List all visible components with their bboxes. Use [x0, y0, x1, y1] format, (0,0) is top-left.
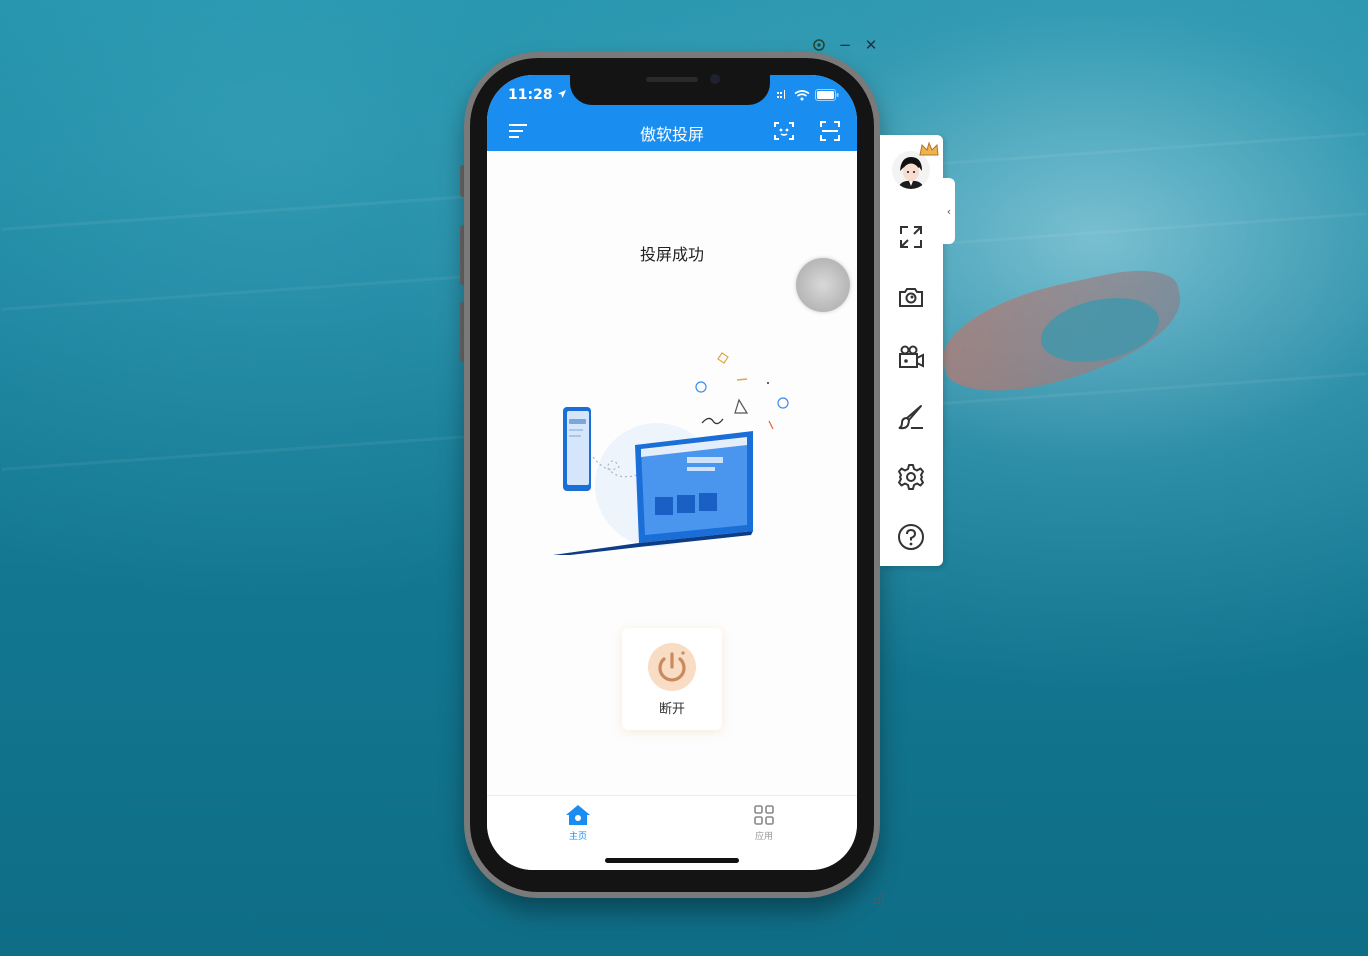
- status-time: 11:28: [508, 87, 567, 103]
- apps-grid-icon: [754, 805, 774, 825]
- camera-icon: [899, 288, 923, 307]
- resize-grip-icon[interactable]: [870, 890, 886, 906]
- help-icon: [898, 524, 924, 550]
- screen-cast-icon[interactable]: [772, 119, 796, 143]
- screenshot-button[interactable]: [896, 282, 926, 312]
- cellular-icon: [777, 90, 785, 99]
- toolbar-collapse-button[interactable]: ‹: [943, 178, 955, 244]
- app-title: 傲软投屏: [639, 125, 704, 144]
- close-label: ✕: [864, 36, 878, 54]
- brush-icon: [898, 405, 923, 430]
- tab-home-label: 主页: [568, 832, 587, 842]
- cast-success-text: 投屏成功: [639, 245, 704, 264]
- minimize-button[interactable]: −: [836, 36, 854, 54]
- battery-icon: [815, 89, 839, 101]
- expand-icon: [900, 226, 922, 248]
- time-text: 11:28: [508, 87, 553, 103]
- pin-icon[interactable]: [810, 36, 828, 54]
- phone-to-laptop-illustration: [553, 352, 789, 555]
- location-arrow-icon: [558, 90, 567, 98]
- settings-button[interactable]: [896, 462, 926, 492]
- tab-apps[interactable]: 应用: [734, 804, 794, 842]
- minimize-label: −: [838, 36, 852, 54]
- video-camera-icon: [899, 345, 924, 368]
- disconnect-button[interactable]: 断开: [622, 628, 722, 730]
- help-button[interactable]: [896, 522, 926, 552]
- record-button[interactable]: [896, 342, 926, 372]
- disconnect-label: 断开: [658, 702, 685, 717]
- gear-icon: [898, 464, 924, 490]
- close-button[interactable]: ✕: [862, 36, 880, 54]
- assistive-touch-button[interactable]: [796, 258, 850, 312]
- phone-camera: [710, 74, 720, 84]
- draw-button[interactable]: [896, 402, 926, 432]
- power-icon: [648, 643, 696, 691]
- tab-apps-label: 应用: [754, 832, 773, 842]
- home-icon: [566, 805, 590, 825]
- fullscreen-button[interactable]: [896, 222, 926, 252]
- side-toolbar: [880, 135, 943, 566]
- home-indicator: [605, 858, 739, 863]
- status-icons: [777, 89, 839, 101]
- crown-icon: [919, 141, 939, 156]
- scan-icon[interactable]: [818, 119, 842, 143]
- wifi-icon: [794, 89, 810, 100]
- phone-speaker: [646, 77, 698, 82]
- tab-home[interactable]: 主页: [548, 804, 608, 842]
- chevron-left-icon: ‹: [946, 204, 952, 218]
- phone-screen: 11:28 傲软投屏 投屏成功 断开 主页 应用: [487, 75, 857, 870]
